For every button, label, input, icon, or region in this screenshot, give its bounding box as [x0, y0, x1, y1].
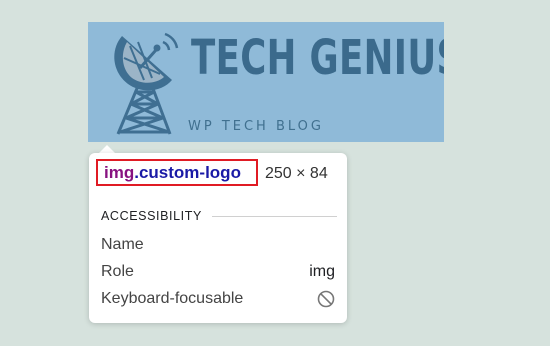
- satellite-dish-tower-icon: [114, 32, 179, 135]
- property-label: Keyboard-focusable: [101, 290, 244, 307]
- inspect-tooltip: img .custom-logo 250 × 84 ACCESSIBILITY N…: [89, 153, 347, 323]
- section-divider: [211, 215, 337, 217]
- element-dimensions: 250 × 84: [265, 165, 328, 182]
- logo-title: TECH GENIUS: [191, 30, 444, 86]
- property-label: Role: [101, 263, 134, 280]
- element-selector: img .custom-logo: [96, 159, 258, 186]
- property-label: Name: [101, 236, 144, 253]
- section-title: ACCESSIBILITY: [101, 209, 202, 223]
- property-row-name: Name: [101, 236, 335, 254]
- logo-subtitle: WP TECH BLOG: [188, 119, 324, 134]
- property-value: img: [309, 263, 335, 280]
- prohibited-icon: [317, 290, 335, 308]
- selector-tag: img: [104, 162, 135, 182]
- site-logo[interactable]: TECH GENIUS WP TECH BLOG: [88, 22, 444, 142]
- accessibility-section: ACCESSIBILITY: [101, 209, 337, 223]
- selector-class: .custom-logo: [134, 162, 241, 182]
- property-row-keyboard-focusable: Keyboard-focusable: [101, 290, 335, 308]
- property-row-role: Role img: [101, 263, 335, 281]
